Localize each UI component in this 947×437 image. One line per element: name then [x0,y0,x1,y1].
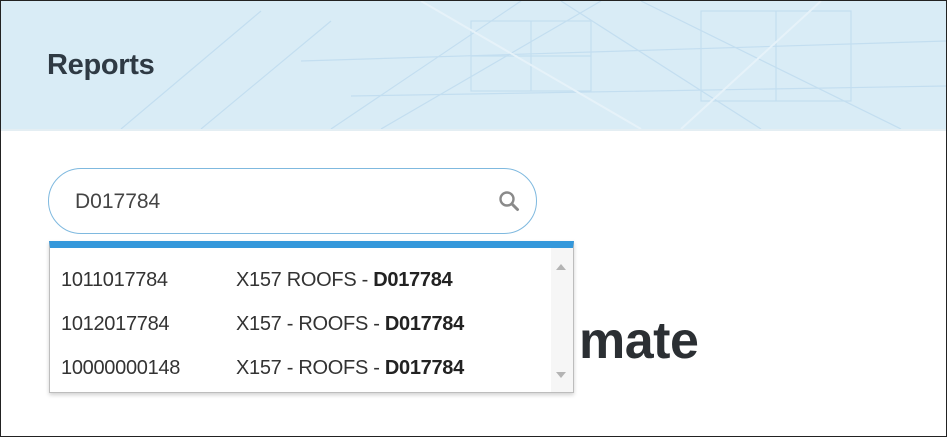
suggestion-description: X157 ROOFS - D017784 [236,269,453,292]
search-input[interactable] [75,187,475,217]
scroll-up-arrow-icon[interactable] [556,264,566,270]
app-window: Reports mate 1011017784 X157 ROOFS - D01… [0,0,947,437]
dropdown-scrollbar[interactable] [551,248,573,392]
suggestion-code: 1012017784 [61,313,170,335]
page-header: Reports [1,1,946,131]
search-icon[interactable] [497,189,521,213]
suggestion-description: X157 - ROOFS - D017784 [236,313,464,336]
suggestion-description-prefix: X157 ROOFS - [236,269,374,291]
suggestion-match: D017784 [384,357,464,379]
suggestion-item[interactable]: 1012017784 X157 - ROOFS - D017784 [50,306,544,344]
suggestion-description: X157 - ROOFS - D017784 [236,357,464,380]
background-heading: mate [579,312,699,370]
suggestion-code: 1011017784 [61,269,168,291]
suggestion-description-prefix: X157 - ROOFS - [236,313,385,335]
suggestion-item[interactable]: 10000000148 X157 - ROOFS - D017784 [50,350,544,388]
suggestion-match: D017784 [373,269,453,291]
scroll-down-arrow-icon[interactable] [556,372,566,378]
suggestion-description-prefix: X157 - ROOFS - [236,357,385,379]
page-title: Reports [47,49,155,81]
autocomplete-dropdown: 1011017784 X157 ROOFS - D017784 10120177… [49,241,574,393]
suggestion-item[interactable]: 1011017784 X157 ROOFS - D017784 [50,262,544,300]
suggestion-code: 10000000148 [61,357,181,379]
search-box[interactable] [48,168,537,234]
suggestion-match: D017784 [384,313,464,335]
